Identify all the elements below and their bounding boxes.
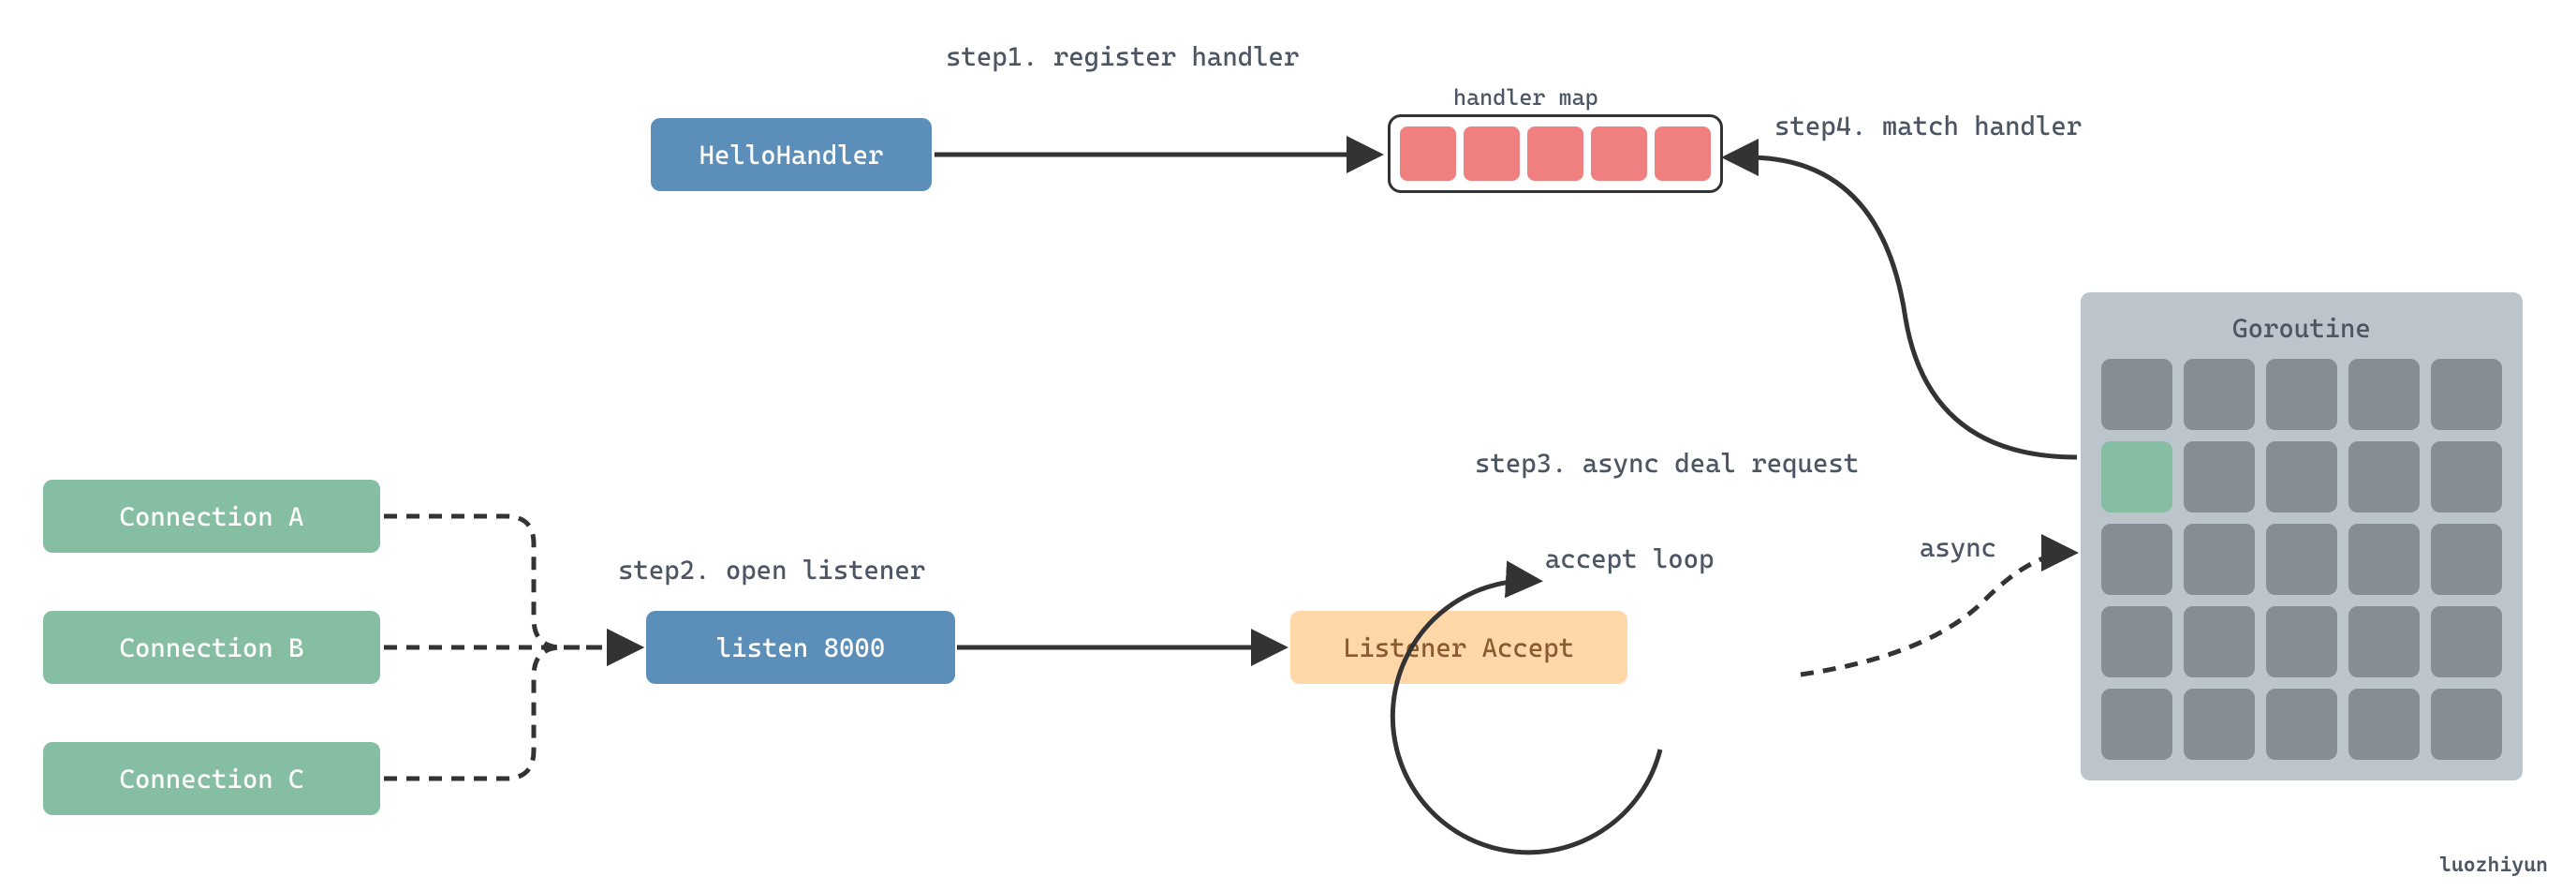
goroutine-cell <box>2101 524 2172 595</box>
listener-accept-box: Listener Accept <box>1290 611 1627 684</box>
arrow-conn-a <box>384 516 637 647</box>
goroutine-cell <box>2266 606 2337 677</box>
async-label: async <box>1920 532 1996 563</box>
goroutine-cell <box>2101 606 2172 677</box>
handler-cell <box>1655 126 1711 181</box>
arrow-conn-c <box>384 647 637 779</box>
goroutine-cell <box>2431 606 2502 677</box>
goroutine-grid <box>2101 359 2502 760</box>
goroutine-cell <box>2431 359 2502 430</box>
goroutine-cell <box>2348 606 2420 677</box>
step4-label: step4. match handler <box>1774 111 2082 141</box>
goroutine-cell <box>2184 359 2255 430</box>
goroutine-title: Goroutine <box>2101 313 2502 344</box>
accept-loop-label: accept loop <box>1545 543 1714 574</box>
arrow-async <box>1801 553 2071 675</box>
handler-map-label: handler map <box>1453 84 1598 111</box>
goroutine-cell <box>2348 689 2420 760</box>
goroutine-cell <box>2184 524 2255 595</box>
goroutine-cell <box>2266 524 2337 595</box>
handler-cell <box>1591 126 1647 181</box>
connection-b-box: Connection B <box>43 611 380 684</box>
goroutine-cell <box>2431 689 2502 760</box>
goroutine-cell <box>2101 359 2172 430</box>
goroutine-panel: Goroutine <box>2081 292 2523 780</box>
goroutine-cell <box>2431 524 2502 595</box>
goroutine-cell <box>2184 689 2255 760</box>
goroutine-cell <box>2266 689 2337 760</box>
diagram-canvas: step1. register handler step2. open list… <box>0 0 2576 891</box>
handler-cell <box>1527 126 1583 181</box>
goroutine-cell <box>2348 441 2420 512</box>
connection-a-box: Connection A <box>43 480 380 553</box>
goroutine-cell <box>2348 359 2420 430</box>
handler-map-container <box>1388 114 1723 193</box>
goroutine-cell <box>2266 441 2337 512</box>
goroutine-cell <box>2184 606 2255 677</box>
step1-label: step1. register handler <box>946 41 1299 72</box>
goroutine-cell <box>2348 524 2420 595</box>
listen-box: listen 8000 <box>646 611 955 684</box>
step2-label: step2. open listener <box>618 555 925 586</box>
goroutine-cell <box>2431 441 2502 512</box>
arrow-match-handler <box>1729 157 2077 457</box>
goroutine-cell-active <box>2101 441 2172 512</box>
connection-c-box: Connection C <box>43 742 380 815</box>
hello-handler-box: HelloHandler <box>651 118 932 191</box>
goroutine-cell <box>2184 441 2255 512</box>
watermark: luozhiyun <box>2439 854 2548 877</box>
step3-label: step3. async deal request <box>1475 448 1859 479</box>
handler-cell <box>1464 126 1520 181</box>
goroutine-cell <box>2101 689 2172 760</box>
goroutine-cell <box>2266 359 2337 430</box>
handler-cell <box>1400 126 1456 181</box>
